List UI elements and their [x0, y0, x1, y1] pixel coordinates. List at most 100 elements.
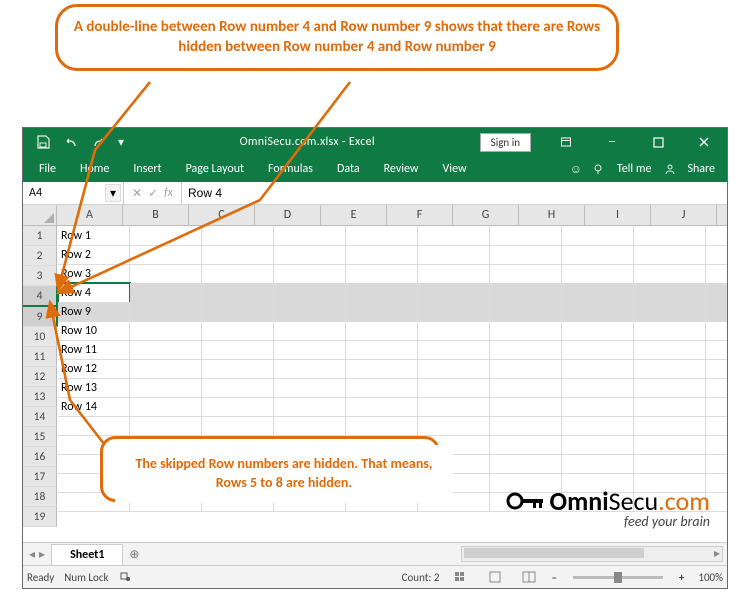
cell[interactable]: Row 3 [58, 264, 130, 284]
cell[interactable] [346, 264, 418, 284]
cell[interactable] [418, 302, 490, 322]
cell[interactable] [562, 416, 634, 436]
select-all-corner[interactable] [23, 205, 57, 225]
row-header[interactable]: 2 [23, 246, 57, 266]
cell[interactable] [706, 264, 727, 284]
tab-insert[interactable]: Insert [121, 156, 173, 182]
cell[interactable] [274, 416, 346, 436]
cell[interactable] [706, 340, 727, 360]
cell[interactable] [490, 226, 562, 246]
cell[interactable] [562, 226, 634, 246]
col-D[interactable]: D [255, 205, 321, 225]
row-header[interactable]: 10 [23, 327, 57, 347]
cell[interactable] [706, 397, 727, 417]
cell[interactable] [490, 435, 562, 455]
cell[interactable] [418, 245, 490, 265]
ribbon-display-icon[interactable] [543, 128, 589, 156]
tab-view[interactable]: View [431, 156, 479, 182]
cell[interactable] [634, 302, 706, 322]
col-E[interactable]: E [321, 205, 387, 225]
cell[interactable] [706, 359, 727, 379]
cell[interactable] [346, 340, 418, 360]
qa-customize-icon[interactable]: ▾ [115, 130, 127, 154]
minimize-icon[interactable]: ─ [589, 128, 635, 156]
add-sheet-icon[interactable]: ⊕ [123, 543, 145, 565]
tell-me[interactable]: Tell me [611, 162, 658, 176]
cell[interactable] [562, 340, 634, 360]
row-header[interactable]: 19 [23, 507, 57, 527]
fx-icon[interactable]: fx [164, 186, 173, 200]
cell[interactable] [634, 416, 706, 436]
cell[interactable] [490, 359, 562, 379]
cell[interactable] [346, 321, 418, 341]
cell[interactable] [346, 378, 418, 398]
cell[interactable] [274, 321, 346, 341]
cell[interactable] [130, 378, 202, 398]
cell[interactable] [130, 321, 202, 341]
cell[interactable]: Row 13 [58, 378, 130, 398]
enter-formula-icon[interactable]: ✓ [148, 186, 158, 201]
cell[interactable] [562, 397, 634, 417]
cell[interactable] [202, 264, 274, 284]
macro-record-icon[interactable] [119, 570, 131, 585]
cell[interactable] [130, 283, 202, 304]
cell[interactable] [418, 321, 490, 341]
cell[interactable] [418, 283, 490, 304]
name-box-dropdown-icon[interactable]: ▾ [105, 184, 121, 202]
cell[interactable] [490, 264, 562, 284]
col-I[interactable]: I [585, 205, 651, 225]
tab-review[interactable]: Review [372, 156, 431, 182]
cell[interactable] [418, 264, 490, 284]
cell[interactable] [202, 416, 274, 436]
cell[interactable] [274, 378, 346, 398]
horizontal-scrollbar[interactable]: ◂ ▸ [461, 546, 723, 562]
row-header[interactable]: 16 [23, 447, 57, 467]
cell[interactable] [274, 283, 346, 304]
row-header[interactable]: 14 [23, 407, 57, 427]
cell[interactable] [346, 283, 418, 304]
cell[interactable] [418, 226, 490, 246]
cell[interactable] [202, 359, 274, 379]
cell[interactable] [706, 302, 727, 322]
cell[interactable] [706, 435, 727, 455]
cell[interactable]: Row 9 [58, 302, 130, 322]
sheet-nav-next-icon[interactable]: ▸ [39, 547, 45, 562]
col-G[interactable]: G [453, 205, 519, 225]
cell[interactable] [346, 397, 418, 417]
cell[interactable] [274, 397, 346, 417]
cell[interactable] [202, 302, 274, 322]
cell[interactable] [562, 359, 634, 379]
share-icon[interactable] [661, 160, 679, 178]
cancel-formula-icon[interactable]: ✕ [132, 186, 142, 201]
cell[interactable] [346, 302, 418, 322]
row-header[interactable]: 4 [23, 286, 58, 307]
zoom-slider[interactable] [573, 576, 663, 579]
redo-icon[interactable] [87, 130, 111, 154]
cell[interactable] [418, 378, 490, 398]
cell[interactable]: Row 2 [58, 245, 130, 265]
row-header[interactable]: 11 [23, 347, 57, 367]
cell[interactable] [490, 397, 562, 417]
cell[interactable] [634, 359, 706, 379]
cell[interactable] [130, 397, 202, 417]
share-button[interactable]: Share [683, 162, 719, 176]
maximize-icon[interactable] [635, 128, 681, 156]
cell[interactable] [706, 454, 727, 474]
cell[interactable] [562, 264, 634, 284]
zoom-value[interactable]: 100% [698, 571, 723, 584]
cell[interactable] [634, 435, 706, 455]
cell[interactable] [562, 435, 634, 455]
cell[interactable] [490, 340, 562, 360]
cell[interactable] [58, 416, 130, 436]
cell[interactable] [634, 264, 706, 284]
cell[interactable]: Row 4 [58, 283, 130, 304]
cell[interactable] [130, 340, 202, 360]
cell[interactable] [706, 245, 727, 265]
col-F[interactable]: F [387, 205, 453, 225]
row-header[interactable]: 9 [23, 307, 58, 327]
save-icon[interactable] [31, 130, 55, 154]
view-pagebreak-icon[interactable] [517, 568, 541, 586]
cell[interactable] [130, 226, 202, 246]
cell[interactable] [562, 245, 634, 265]
cell[interactable] [346, 245, 418, 265]
